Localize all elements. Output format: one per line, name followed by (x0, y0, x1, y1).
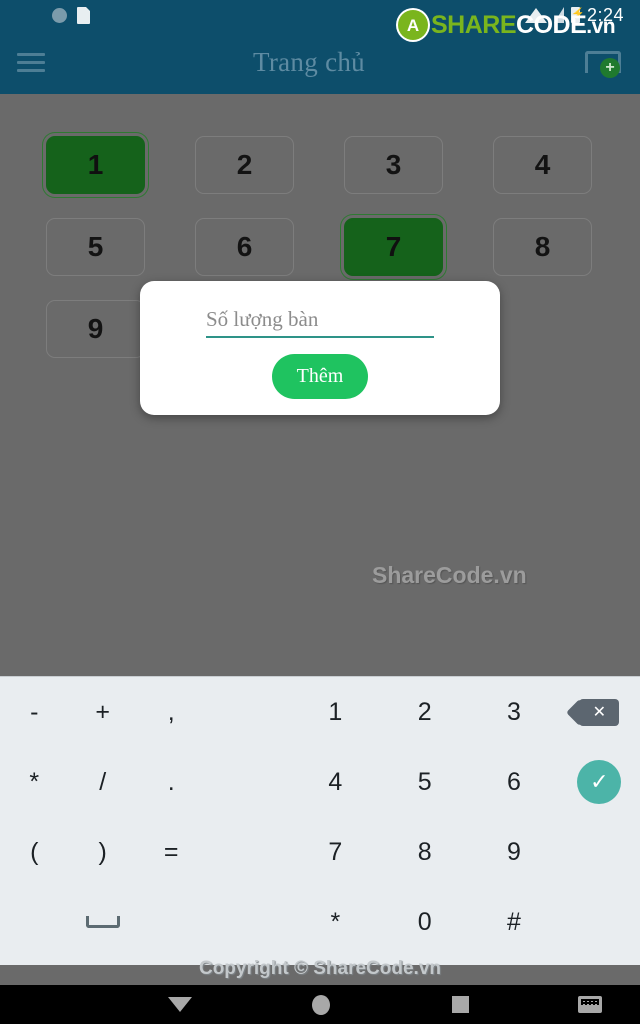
key-symbol-+[interactable]: + (68, 677, 136, 747)
sd-card-icon (77, 6, 90, 24)
status-bar-right-icons: 2:24 (524, 4, 630, 26)
add-table-dialog: Thêm (140, 281, 500, 415)
key-symbol-,[interactable]: , (137, 677, 205, 747)
enter-icon[interactable]: ✓ (559, 747, 640, 817)
key-symbol-*[interactable]: * (0, 747, 68, 817)
plus-badge-icon: + (600, 58, 620, 78)
status-bar-left-icons (10, 6, 90, 24)
back-icon[interactable] (168, 997, 192, 1012)
circle-indicator-icon (52, 7, 67, 23)
hamburger-line (17, 52, 45, 56)
key-symbol-([interactable]: ( (0, 817, 68, 887)
keyboard-row: - +, 1 2 3 ✕ (0, 677, 640, 747)
key-5[interactable]: 5 (380, 747, 469, 817)
page-title: Trang chủ (253, 46, 365, 77)
key-empty (137, 887, 205, 957)
key-7[interactable]: 7 (291, 817, 380, 887)
recents-icon[interactable] (452, 996, 469, 1013)
home-icon[interactable] (312, 994, 330, 1015)
key-symbol-=[interactable]: = (137, 817, 205, 887)
key-3[interactable]: 3 (469, 677, 558, 747)
signal-icon (553, 7, 564, 23)
keyboard-row: * 0 # (0, 887, 640, 957)
key-4[interactable]: 4 (291, 747, 380, 817)
key-symbol-)[interactable]: ) (68, 817, 136, 887)
backspace-glyph: ✕ (579, 698, 620, 726)
key-symbol-/[interactable]: / (68, 747, 136, 817)
hamburger-line (17, 60, 45, 64)
enter-check-glyph: ✓ (577, 760, 622, 804)
backspace-icon[interactable]: ✕ (559, 677, 640, 747)
backspace-x: ✕ (592, 704, 606, 721)
add-table-button[interactable]: + (566, 30, 640, 94)
quantity-field-wrapper (206, 307, 434, 338)
battery-charging-icon (570, 6, 585, 23)
spacebar-glyph (85, 916, 120, 928)
key-action-empty (559, 817, 640, 887)
space-icon[interactable] (68, 887, 136, 957)
keyboard-toggle-icon[interactable] (578, 996, 602, 1013)
android-nav-bar (0, 985, 640, 1024)
key-symbol-.[interactable]: . (137, 747, 205, 817)
hamburger-line (17, 68, 45, 72)
status-clock: 2:24 (586, 4, 624, 25)
key-#[interactable]: # (469, 887, 558, 957)
submit-add-button[interactable]: Thêm (272, 354, 368, 399)
key-9[interactable]: 9 (469, 817, 558, 887)
keyboard-row: * /. 4 5 6 ✓ (0, 747, 640, 817)
key-6[interactable]: 6 (469, 747, 558, 817)
key-8[interactable]: 8 (380, 817, 469, 887)
status-bar: 2:24 (0, 0, 640, 30)
numeric-keyboard: - +, 1 2 3 ✕ * /. 4 5 6 ✓() = 7 8 9 * 0 # (0, 676, 640, 965)
table-quantity-input[interactable] (206, 307, 434, 332)
app-bar: Trang chủ + (0, 30, 640, 94)
device-screen: 2:24 A SHARECODE.vn Trang chủ + 12345678… (0, 0, 640, 1024)
key-symbol--[interactable]: - (0, 677, 68, 747)
key-1[interactable]: 1 (291, 677, 380, 747)
key-0[interactable]: 0 (380, 887, 469, 957)
key-2[interactable]: 2 (380, 677, 469, 747)
keyboard-row: () = 7 8 9 (0, 817, 640, 887)
key-action-empty (559, 887, 640, 957)
key-*[interactable]: * (291, 887, 380, 957)
wifi-icon (524, 7, 547, 23)
